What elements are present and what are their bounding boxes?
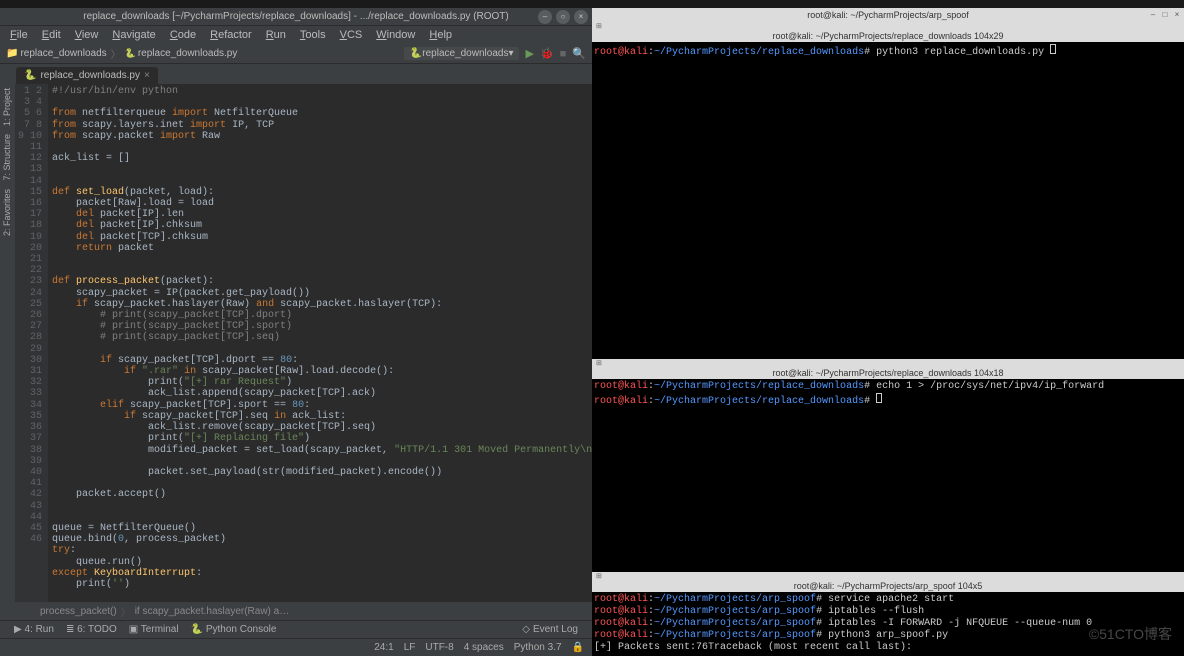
side-tool[interactable]: 7: Structure (0, 130, 14, 185)
status-encoding[interactable]: UTF-8 (425, 642, 453, 653)
menu-view[interactable]: View (69, 27, 105, 43)
menu-run[interactable]: Run (260, 27, 292, 43)
menu-help[interactable]: Help (423, 27, 458, 43)
tab-label: replace_downloads.py (40, 70, 140, 81)
pane-handle[interactable] (592, 572, 1184, 580)
nav-folder[interactable]: replace_downloads (20, 48, 106, 59)
breadcrumb-item[interactable]: if scapy_packet.haslayer(Raw) a… (135, 606, 290, 617)
terminal-pane-mid[interactable]: root@kali:~/PycharmProjects/replace_down… (592, 379, 1184, 572)
minimize-button[interactable]: – (538, 10, 552, 24)
pane-handle[interactable] (592, 22, 1184, 30)
bottom-tool[interactable]: ≣ 6: TODO (60, 624, 123, 635)
line-gutter: 1 2 3 4 5 6 7 8 9 10 11 12 13 14 15 16 1… (16, 84, 48, 602)
status-line-sep[interactable]: LF (404, 642, 416, 653)
desktop-topbar (0, 0, 1184, 8)
terminal-pane-top[interactable]: root@kali:~/PycharmProjects/replace_down… (592, 42, 1184, 359)
statusbar: 24:1 LF UTF-8 4 spaces Python 3.7 🔒 (0, 638, 592, 656)
side-tool[interactable]: 2: Favorites (0, 185, 14, 240)
terminal-window: root@kali: ~/PycharmProjects/arp_spoof –… (592, 0, 1184, 656)
menu-window[interactable]: Window (370, 27, 421, 43)
menu-vcs[interactable]: VCS (334, 27, 369, 43)
tab-replace-downloads[interactable]: 🐍 replace_downloads.py × (16, 67, 158, 84)
bottom-toolbar: ▶ 4: Run≣ 6: TODO▣ Terminal🐍 Python Cons… (0, 620, 592, 638)
status-indent[interactable]: 4 spaces (464, 642, 504, 653)
menu-navigate[interactable]: Navigate (106, 27, 161, 43)
python-file-icon (125, 48, 136, 59)
bottom-tool[interactable]: ▣ Terminal (123, 624, 185, 635)
navbar: replace_downloads 〉 replace_downloads.py… (0, 44, 592, 64)
close-button[interactable]: × (1172, 10, 1182, 20)
menu-edit[interactable]: Edit (36, 27, 67, 43)
close-button[interactable]: × (574, 10, 588, 24)
menu-refactor[interactable]: Refactor (204, 27, 258, 43)
breadcrumb-item[interactable]: process_packet() (40, 606, 117, 617)
status-position: 24:1 (374, 642, 393, 653)
bottom-tool[interactable]: ▶ 4: Run (8, 624, 60, 635)
bottom-tool[interactable]: 🐍 Python Console (185, 624, 283, 635)
terminal-size-label: root@kali: ~/PycharmProjects/replace_dow… (592, 30, 1184, 42)
minimize-button[interactable]: – (1148, 10, 1158, 20)
python-file-icon: 🐍 (24, 70, 36, 81)
maximize-button[interactable]: ○ (556, 10, 570, 24)
maximize-button[interactable]: □ (1160, 10, 1170, 20)
terminal-title: root@kali: ~/PycharmProjects/arp_spoof (807, 10, 968, 20)
folder-icon (6, 48, 18, 59)
run-button[interactable]: ▶ (525, 47, 533, 60)
menu-file[interactable]: File (4, 27, 34, 43)
run-configuration[interactable]: 🐍 replace_downloads ▾ (404, 47, 520, 60)
lock-icon: 🔒 (572, 642, 584, 653)
menu-code[interactable]: Code (164, 27, 202, 43)
menubar: FileEditViewNavigateCodeRefactorRunTools… (0, 26, 592, 44)
status-interpreter[interactable]: Python 3.7 (514, 642, 562, 653)
pycharm-window: replace_downloads [~/PycharmProjects/rep… (0, 0, 592, 656)
watermark: ©51CTO博客 (1089, 624, 1172, 644)
editor-area[interactable]: 1: Project7: Structure2: Favorites 1 2 3… (0, 84, 592, 602)
terminal-size-label: root@kali: ~/PycharmProjects/arp_spoof 1… (592, 580, 1184, 592)
window-title: replace_downloads [~/PycharmProjects/rep… (83, 11, 509, 22)
close-icon[interactable]: × (144, 70, 150, 81)
terminal-size-label: root@kali: ~/PycharmProjects/replace_dow… (592, 367, 1184, 379)
search-icon[interactable]: 🔍 (572, 47, 586, 60)
editor-tabs: 🐍 replace_downloads.py × (0, 64, 592, 84)
side-tool[interactable]: 1: Project (0, 84, 14, 130)
side-toolbar: 1: Project7: Structure2: Favorites (0, 84, 16, 602)
debug-button[interactable]: 🐞 (540, 47, 554, 60)
pane-handle[interactable] (592, 359, 1184, 367)
code-editor[interactable]: #!/usr/bin/env python from netfilterqueu… (48, 84, 592, 602)
event-log-button[interactable]: ◇Event Log (516, 624, 584, 635)
nav-file[interactable]: replace_downloads.py (138, 48, 238, 59)
stop-button[interactable]: ■ (560, 48, 567, 60)
breadcrumb: process_packet() 〉 if scapy_packet.hasla… (0, 602, 592, 620)
menu-tools[interactable]: Tools (294, 27, 332, 43)
pycharm-titlebar: replace_downloads [~/PycharmProjects/rep… (0, 8, 592, 26)
terminal-titlebar: root@kali: ~/PycharmProjects/arp_spoof –… (592, 8, 1184, 22)
nav-separator: 〉 (111, 46, 121, 61)
